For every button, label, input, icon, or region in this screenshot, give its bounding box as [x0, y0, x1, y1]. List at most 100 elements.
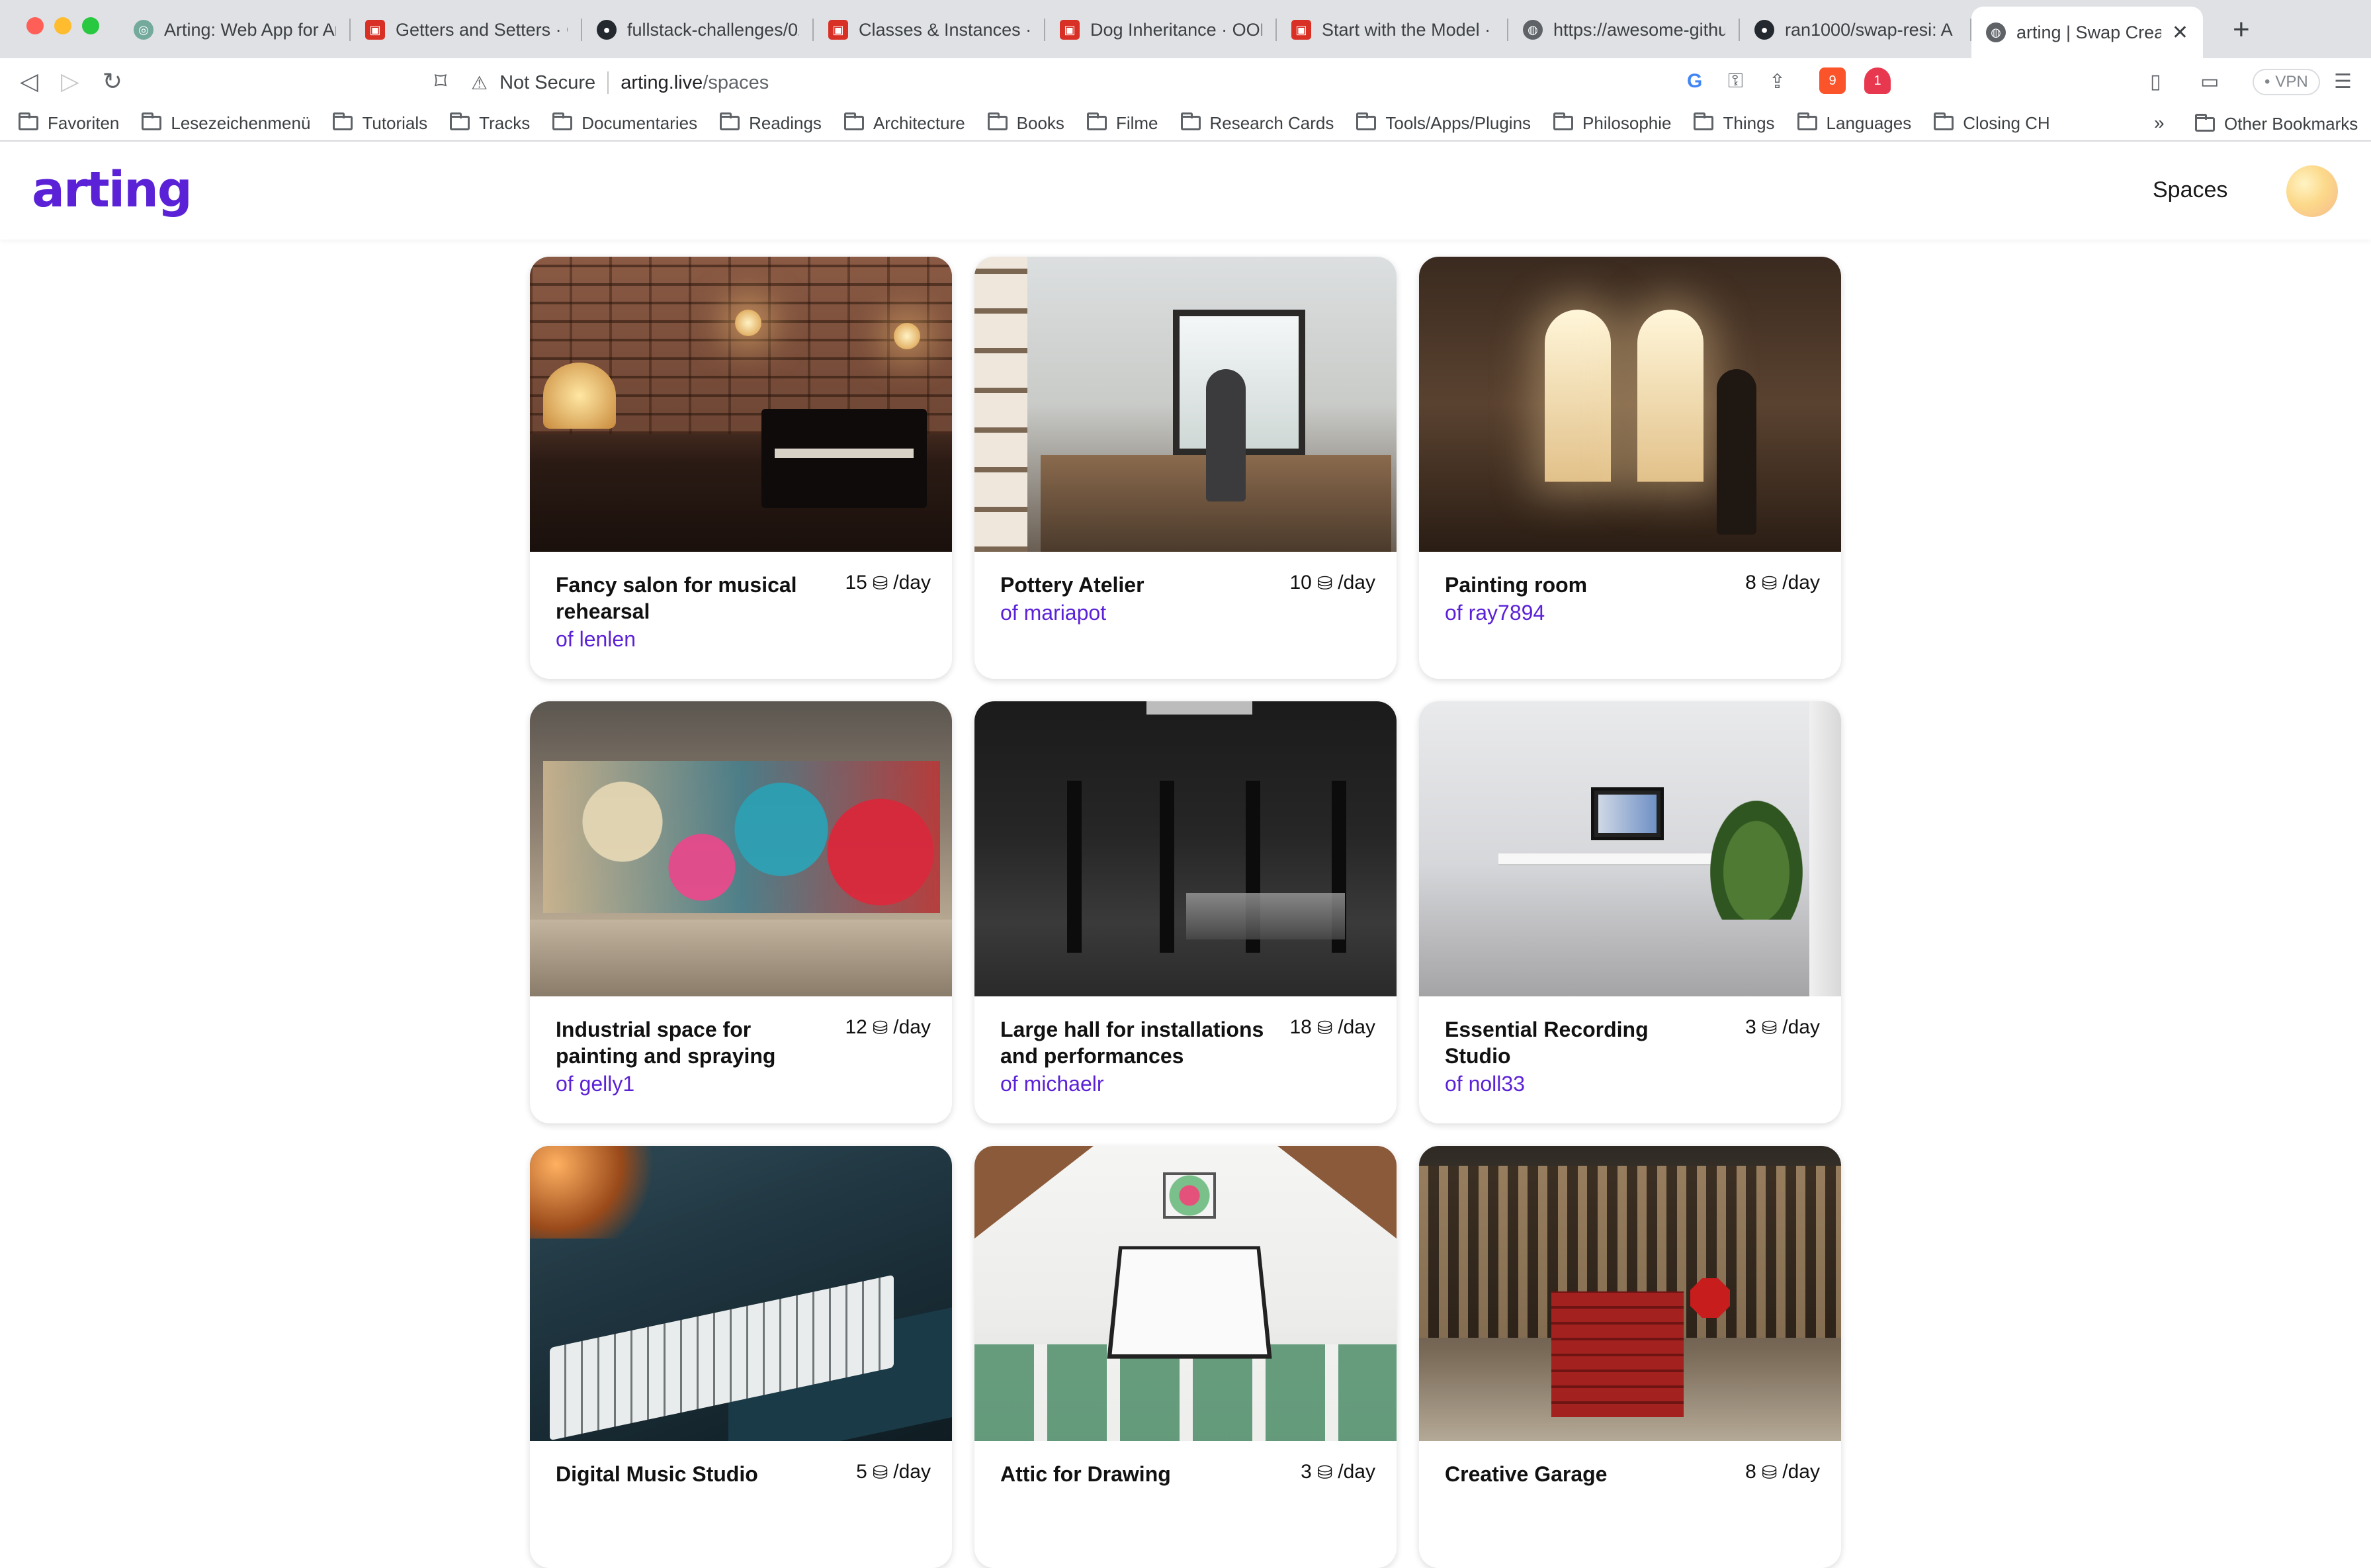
space-title[interactable]: Digital Music Studio	[556, 1461, 820, 1487]
bookmark-folder[interactable]: Architecture	[843, 112, 965, 134]
space-title[interactable]: Pottery Atelier	[1000, 572, 1265, 598]
bookmark-folder[interactable]: Tracks	[450, 112, 531, 134]
bookmark-folder[interactable]: Favoriten	[19, 112, 119, 134]
wallet-icon[interactable]: ▭	[2200, 70, 2219, 93]
window-controls	[26, 17, 99, 34]
back-icon[interactable]: ◁	[15, 67, 44, 95]
space-title[interactable]: Attic for Drawing	[1000, 1461, 1265, 1487]
browser-tab[interactable]: ▣ Classes & Instances · Le	[814, 7, 1045, 53]
site-header: arting Spaces	[0, 142, 2371, 240]
tab-title: Dog Inheritance · OOP ·	[1090, 19, 1262, 40]
browser-tab-active[interactable]: ◍ arting | Swap Creativ ✕	[1971, 7, 2203, 58]
space-card[interactable]: Large hall for installations and perform…	[974, 701, 1397, 1123]
space-title[interactable]: Creative Garage	[1445, 1461, 1709, 1487]
space-owner[interactable]: of ray7894	[1445, 598, 1820, 627]
tab-title: ran1000/swap-resi: A pla	[1785, 19, 1957, 40]
space-photo[interactable]	[530, 1146, 952, 1441]
bookmark-folder[interactable]: Documentaries	[552, 112, 697, 134]
bookmark-label: Languages	[1826, 112, 1912, 133]
space-price: 18 ⛁/day	[1289, 1016, 1375, 1039]
coins-icon: ⛁	[1761, 1461, 1778, 1483]
space-title[interactable]: Industrial space for painting and sprayi…	[556, 1016, 820, 1069]
browser-tab[interactable]: ▣ Dog Inheritance · OOP ·	[1045, 7, 1277, 53]
space-price: 5 ⛁/day	[856, 1461, 931, 1483]
bookmark-folder[interactable]: Things	[1694, 112, 1775, 134]
browser-tab[interactable]: ● ran1000/swap-resi: A pla	[1740, 7, 1971, 53]
bookmark-label: Closing CH	[1963, 112, 2050, 133]
space-photo[interactable]	[1419, 257, 1841, 552]
browser-tab[interactable]: ◍ https://awesome-github	[1508, 7, 1740, 53]
vpn-button[interactable]: • VPN	[2253, 69, 2320, 95]
bookmark-icon[interactable]: ⌑	[426, 67, 455, 95]
browser-tab[interactable]: ● fullstack-challenges/02-	[582, 7, 814, 53]
minimize-window-button[interactable]	[54, 17, 71, 34]
bookmark-folder[interactable]: Research Cards	[1180, 112, 1334, 134]
space-card[interactable]: Attic for Drawing 3 ⛁/day	[974, 1146, 1397, 1568]
space-card[interactable]: Pottery Atelier of mariapot 10 ⛁/day	[974, 257, 1397, 679]
browser-tab[interactable]: ▣ Start with the Model · O	[1277, 7, 1508, 53]
space-card[interactable]: Industrial space for painting and sprayi…	[530, 701, 952, 1123]
folder-icon	[1356, 112, 1377, 130]
google-icon[interactable]: G	[1687, 70, 1702, 93]
site-logo[interactable]: arting	[32, 161, 193, 218]
folder-icon	[19, 112, 38, 130]
space-photo[interactable]	[974, 257, 1397, 552]
space-card[interactable]: Fancy salon for musical rehearsal of len…	[530, 257, 952, 679]
space-title[interactable]: Large hall for installations and perform…	[1000, 1016, 1265, 1069]
vpn-label: VPN	[2275, 73, 2308, 91]
brave-shield-icon[interactable]: 9	[1819, 67, 1846, 94]
bookmark-folder[interactable]: Philosophie	[1553, 112, 1671, 134]
space-owner[interactable]: of michaelr	[1000, 1069, 1375, 1098]
brave-rewards-icon[interactable]: 1	[1864, 67, 1891, 94]
space-photo[interactable]	[974, 701, 1397, 996]
share-icon[interactable]: ⇪	[1769, 70, 1786, 93]
bookmark-folder[interactable]: Languages	[1797, 112, 1912, 134]
space-photo[interactable]	[530, 257, 952, 552]
other-bookmarks-folder[interactable]: Other Bookmarks	[2195, 113, 2358, 134]
browser-tab[interactable]: ▣ Getters and Setters · OO	[351, 7, 582, 53]
bookmark-folder[interactable]: Filme	[1086, 112, 1158, 134]
space-owner[interactable]: of noll33	[1445, 1069, 1820, 1098]
more-bookmarks-button[interactable]: »	[2154, 112, 2165, 134]
browser-tab[interactable]: ◎ Arting: Web App for Artis	[119, 7, 351, 53]
close-tab-icon[interactable]: ✕	[2172, 21, 2188, 44]
close-window-button[interactable]	[26, 17, 44, 34]
space-photo[interactable]	[974, 1146, 1397, 1441]
avatar[interactable]	[2286, 165, 2338, 217]
address-bar[interactable]: ⚠ Not Secure arting.live/spaces	[471, 64, 2363, 102]
space-title[interactable]: Fancy salon for musical rehearsal	[556, 572, 820, 625]
bookmark-label: Tools/Apps/Plugins	[1385, 112, 1531, 133]
space-owner[interactable]: of gelly1	[556, 1069, 931, 1098]
space-card[interactable]: Painting room of ray7894 8 ⛁/day	[1419, 257, 1841, 679]
bookmark-label: Tracks	[479, 112, 531, 133]
bookmark-label: Architecture	[873, 112, 965, 133]
reload-icon[interactable]: ↻	[98, 67, 127, 95]
new-tab-button[interactable]: +	[2233, 13, 2250, 46]
space-owner[interactable]: of lenlen	[556, 625, 931, 654]
bookmark-folder[interactable]: Lesezeichenmenü	[142, 112, 310, 134]
space-card[interactable]: Creative Garage 8 ⛁/day	[1419, 1146, 1841, 1568]
price-value: 15	[845, 572, 867, 593]
menu-icon[interactable]: ☰	[2334, 70, 2352, 93]
sidebar-icon[interactable]: ▯	[2150, 70, 2161, 93]
space-title[interactable]: Essential Recording Studio	[1445, 1016, 1709, 1069]
key-icon[interactable]: ⚿	[1728, 70, 1743, 93]
bookmark-folder[interactable]: Closing CH	[1934, 112, 2050, 134]
bookmark-folder[interactable]: Readings	[720, 112, 822, 134]
bookmark-folder[interactable]: Tools/Apps/Plugins	[1356, 112, 1531, 134]
bookmark-folder[interactable]: Tutorials	[333, 112, 427, 134]
bookmark-folder[interactable]: Books	[987, 112, 1064, 134]
fullscreen-window-button[interactable]	[82, 17, 99, 34]
globe-icon: ◍	[1986, 22, 2006, 42]
space-photo[interactable]	[1419, 1146, 1841, 1441]
forward-icon[interactable]: ▷	[56, 67, 85, 95]
space-photo[interactable]	[1419, 701, 1841, 996]
space-card[interactable]: Essential Recording Studio of noll33 3 ⛁ /…	[1419, 701, 1841, 1123]
space-owner[interactable]: of mariapot	[1000, 598, 1375, 627]
price-value: 3	[1301, 1461, 1312, 1483]
coins-icon: ⛁	[1761, 572, 1778, 593]
nav-link-spaces[interactable]: Spaces	[2153, 177, 2227, 203]
space-photo[interactable]	[530, 701, 952, 996]
space-card[interactable]: Digital Music Studio 5 ⛁/day	[530, 1146, 952, 1568]
space-title[interactable]: Painting room	[1445, 572, 1709, 598]
